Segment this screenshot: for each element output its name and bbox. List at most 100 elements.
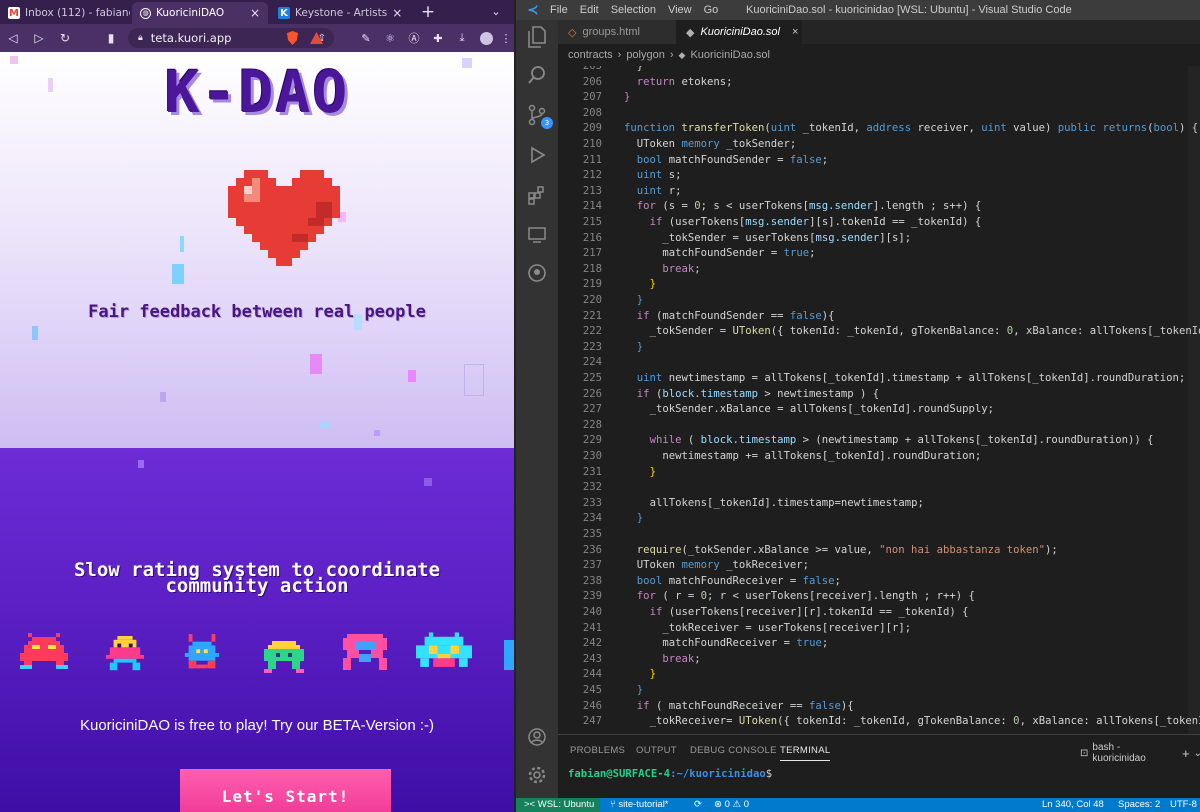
- extensions-icon[interactable]: [524, 182, 550, 208]
- line-number: 229: [582, 434, 602, 447]
- new-tab-button[interactable]: +: [418, 2, 438, 22]
- lets-start-button[interactable]: Let's Start!: [180, 769, 391, 812]
- decorative-pixel: [320, 422, 330, 428]
- code-token: UToken: [636, 559, 676, 572]
- settings-gear-icon[interactable]: [524, 762, 550, 788]
- run-debug-icon[interactable]: [524, 142, 550, 168]
- code-line: }: [624, 91, 630, 103]
- remote-indicator[interactable]: >< WSL: Ubuntu: [516, 798, 600, 812]
- code-token: ({ tokenId: _tokenId, gTokenBalance:: [777, 715, 1014, 728]
- line-number: 228: [582, 418, 602, 431]
- code-token: if: [636, 309, 650, 322]
- editor-tab-kuoricinidao-sol[interactable]: ◆ KuoriciniDao.sol ×: [676, 20, 802, 44]
- code-line: _tokSender.xBalance = allTokens[_tokenId…: [650, 403, 994, 415]
- code-token: );: [1045, 543, 1058, 556]
- decorative-pixel: [32, 326, 38, 340]
- extension-icon-a[interactable]: Ⓐ: [404, 28, 424, 48]
- panel-tab-bar: PROBLEMS OUTPUT DEBUG CONSOLE TERMINAL ⊡…: [558, 734, 1200, 764]
- menu-icon[interactable]: ⋮: [496, 28, 514, 48]
- space-invader-blue-icon: [184, 634, 220, 669]
- terminal[interactable]: fabian@SURFACE-4:~/kuoricinidao$: [558, 764, 1200, 798]
- panel-tab-terminal[interactable]: TERMINAL: [780, 745, 831, 761]
- git-branch[interactable]: ⑂ site-tutorial*: [610, 798, 669, 812]
- profile-icon[interactable]: [476, 28, 496, 48]
- code-editor[interactable]: 205} 206 return etokens; 207} 208 209 function…: [558, 66, 1200, 734]
- code-token: address: [866, 122, 912, 135]
- line-number: 232: [582, 481, 602, 494]
- breadcrumb-item[interactable]: polygon: [626, 49, 665, 61]
- explorer-icon[interactable]: [524, 24, 550, 50]
- menu-file[interactable]: File: [544, 4, 574, 16]
- code-token: bool: [636, 153, 663, 166]
- brave-rewards-icon[interactable]: [306, 28, 326, 48]
- menu-view[interactable]: View: [662, 4, 698, 16]
- new-terminal-icon[interactable]: +: [1182, 746, 1190, 761]
- editor-tab-label: KuoriciniDao.sol: [700, 26, 780, 38]
- menu-selection[interactable]: Selection: [605, 4, 662, 16]
- browser-tab-label: Inbox (112) - fabianchat: [25, 7, 130, 19]
- browser-tab-kuoricinidao[interactable]: ◍ KuoriciniDAO ×: [132, 2, 268, 24]
- code-line: if (matchFoundSender == false){: [637, 310, 835, 322]
- react-devtools-icon[interactable]: ⚛: [380, 28, 400, 48]
- code-token: }: [636, 294, 644, 306]
- line-number: 208: [582, 106, 602, 119]
- panel-tab-output[interactable]: OUTPUT: [636, 745, 677, 756]
- code-token: ){: [821, 309, 835, 322]
- code-token: s;: [662, 169, 682, 182]
- address-bar[interactable]: 🔒︎ teta.kuori.app ⇪: [128, 28, 334, 48]
- site-logo: K-DAO: [164, 58, 350, 126]
- panel-tab-problems[interactable]: PROBLEMS: [570, 745, 625, 756]
- browser-window: M Inbox (112) - fabianchat × ◍ Kuoricini…: [0, 0, 514, 812]
- editor-scrollbar[interactable]: [1188, 66, 1200, 734]
- code-token: public: [1057, 122, 1097, 135]
- source-control-icon[interactable]: 3: [524, 102, 553, 129]
- code-line: _tokReceiver = userTokens[receiver][r];: [662, 622, 911, 634]
- code-token: msg.sender: [815, 231, 880, 244]
- sync-icon[interactable]: ⟳: [694, 798, 702, 812]
- account-icon[interactable]: [524, 724, 550, 750]
- brave-shield-icon[interactable]: [282, 28, 302, 48]
- extension-icon-1[interactable]: ✎: [356, 28, 376, 48]
- breadcrumb-item[interactable]: contracts: [568, 49, 613, 61]
- breadcrumb-item[interactable]: KuoriciniDao.sol: [690, 49, 769, 61]
- bookmark-button[interactable]: ▮: [98, 24, 124, 52]
- download-icon[interactable]: ⤓: [452, 28, 472, 48]
- close-tab-icon[interactable]: ×: [392, 6, 402, 20]
- encoding[interactable]: UTF-8: [1170, 798, 1197, 812]
- space-invader-cyan-icon: [416, 632, 472, 667]
- line-number: 247: [582, 715, 602, 728]
- code-token: "non hai abbastanza token": [879, 543, 1045, 556]
- chevron-down-icon[interactable]: ⌄: [1194, 748, 1200, 759]
- code-line: }: [637, 66, 643, 72]
- line-number: 212: [582, 169, 602, 182]
- extensions-puzzle-icon[interactable]: ✚: [428, 28, 448, 48]
- panel-tab-debug-console[interactable]: DEBUG CONSOLE: [690, 745, 777, 756]
- remote-explorer-icon[interactable]: [524, 222, 550, 248]
- code-token: uint: [770, 122, 797, 135]
- terminal-selector[interactable]: ⊡ bash - kuoricinidao + ⌄: [1080, 742, 1200, 764]
- browser-tab-keystone[interactable]: K Keystone - Artists ×: [270, 2, 410, 24]
- problems-indicator[interactable]: ⊗ 0 ⚠ 0: [714, 798, 749, 812]
- reload-icon: ↻: [59, 31, 71, 45]
- indentation[interactable]: Spaces: 2: [1118, 798, 1160, 812]
- line-number: 224: [582, 356, 602, 369]
- warning-count: 0: [743, 799, 750, 810]
- close-tab-icon[interactable]: ×: [792, 26, 798, 38]
- space-invader-yellow-icon: [106, 636, 144, 671]
- breadcrumb: contracts › polygon › ◆ KuoriciniDao.sol: [558, 44, 1200, 66]
- menu-go[interactable]: Go: [698, 4, 725, 16]
- terminal-selector-label: bash - kuoricinidao: [1092, 742, 1146, 764]
- github-icon[interactable]: [524, 260, 550, 286]
- tab-list-chevron-icon[interactable]: ⌄: [486, 2, 506, 22]
- cursor-position[interactable]: Ln 340, Col 48: [1042, 798, 1104, 812]
- menu-edit[interactable]: Edit: [574, 4, 605, 16]
- line-number: 240: [582, 606, 602, 618]
- forward-button[interactable]: ▷: [26, 24, 52, 52]
- search-icon[interactable]: [524, 62, 550, 88]
- code-token: require: [636, 543, 682, 556]
- browser-tab-inbox[interactable]: M Inbox (112) - fabianchat ×: [0, 2, 130, 24]
- reload-button[interactable]: ↻: [52, 24, 78, 52]
- back-button[interactable]: ◁: [0, 24, 26, 52]
- close-tab-icon[interactable]: ×: [250, 6, 260, 20]
- editor-tab-groups-html[interactable]: ◇ groups.html: [558, 20, 676, 44]
